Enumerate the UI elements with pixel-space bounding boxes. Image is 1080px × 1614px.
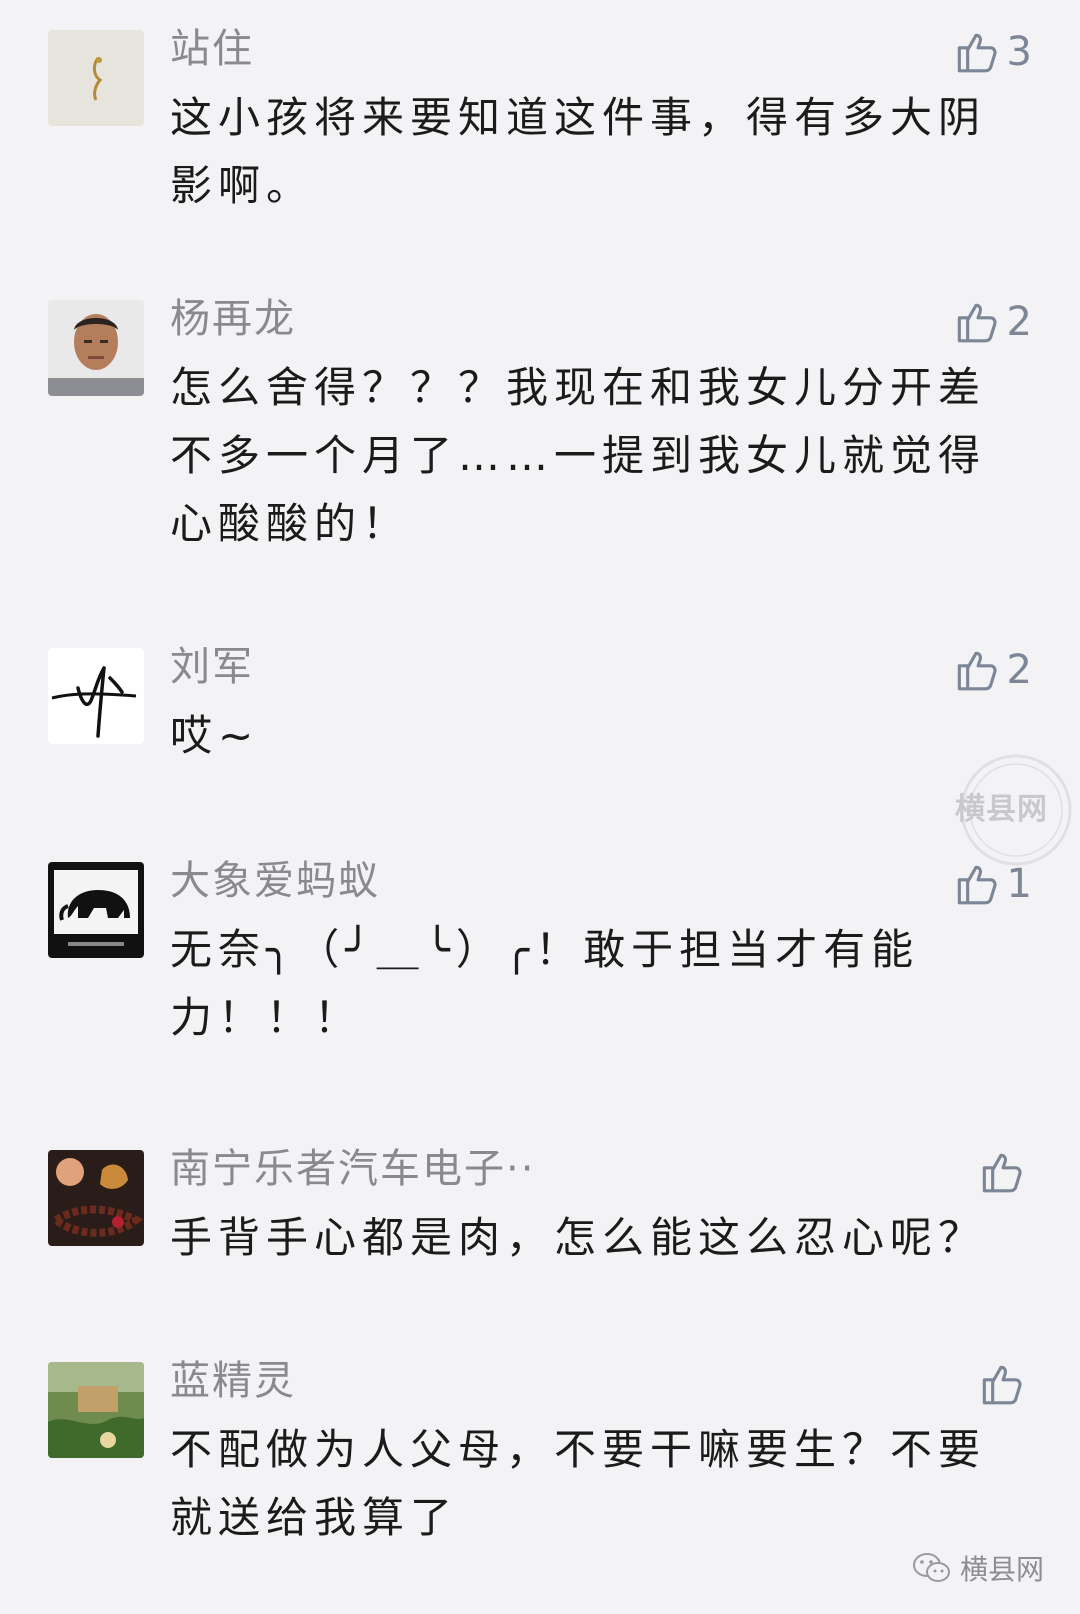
like-button[interactable]: 2 <box>951 642 1032 698</box>
like-count: 2 <box>1006 647 1032 693</box>
footer-account-name: 横县网 <box>959 1553 1044 1586</box>
avatar[interactable] <box>48 648 144 744</box>
thumbs-up-icon <box>957 651 997 691</box>
comment-author[interactable]: 站住 <box>170 24 254 74</box>
avatar[interactable] <box>48 1150 144 1246</box>
like-count: 2 <box>1006 299 1032 345</box>
thumbs-up-icon <box>982 1153 1022 1193</box>
thumbs-up-icon <box>957 33 997 73</box>
like-count: 3 <box>1006 29 1032 75</box>
comment-author[interactable]: 大象爱蚂蚁 <box>170 856 380 906</box>
comment-author[interactable]: 南宁乐者汽车电子·· <box>170 1144 535 1194</box>
comment-text: 哎~ <box>170 711 260 760</box>
comment-author[interactable]: 杨再龙 <box>170 294 296 344</box>
wechat-icon <box>912 1553 950 1582</box>
thumbs-up-icon <box>982 1365 1022 1405</box>
comment-text: 手背手心都是肉，怎么能这么忍心呢？ <box>170 1213 987 1262</box>
like-button[interactable]: 2 <box>951 294 1032 350</box>
thumbs-up-icon <box>957 303 997 343</box>
comment-text: 这小孩将来要知道这件事，得有多大阴影啊。 <box>170 93 987 210</box>
comment-text: 怎么舍得？？？我现在和我女儿分开差不多一个月了……一提到我女儿就觉得心酸酸的！ <box>170 363 987 548</box>
like-button[interactable] <box>976 1144 1032 1200</box>
comment-text: 不配做为人父母，不要干嘛要生？不要就送给我算了 <box>170 1425 987 1542</box>
comment-author[interactable]: 蓝精灵 <box>170 1356 296 1406</box>
comment-author[interactable]: 刘军 <box>170 642 254 692</box>
like-button[interactable] <box>976 1356 1032 1412</box>
avatar[interactable] <box>48 862 144 958</box>
avatar[interactable] <box>48 300 144 396</box>
footer-account: 横县网 <box>912 1548 1044 1588</box>
watermark-text: 横县网 <box>955 792 1048 827</box>
avatar[interactable] <box>48 1362 144 1458</box>
avatar[interactable] <box>48 30 144 126</box>
like-button[interactable]: 3 <box>951 24 1032 80</box>
comment-text: 无奈╮（╯＿╰）╭！敢于担当才有能力！！！ <box>170 925 920 1042</box>
